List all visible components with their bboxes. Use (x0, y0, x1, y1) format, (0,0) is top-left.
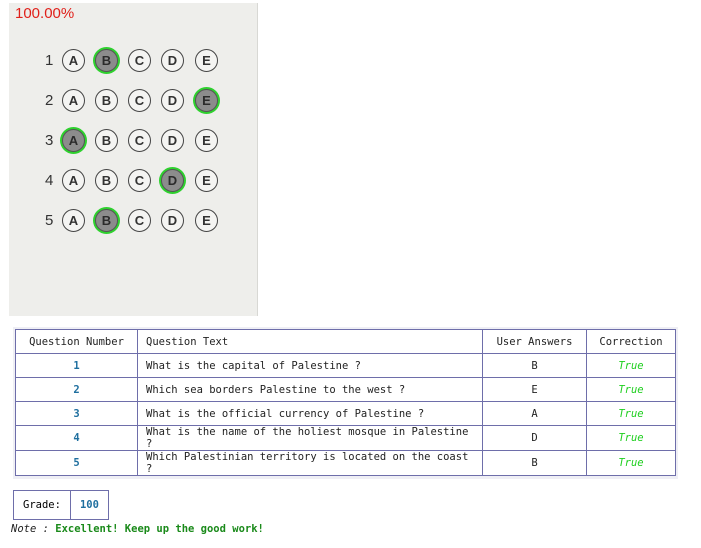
answer-bubble-c: C (128, 49, 151, 72)
answer-sheet-image: 100.00% 1ABCDE2ABCDE3ABCDE4ABCDE5ABCDE (9, 3, 258, 316)
sheet-question-number: 1 (45, 52, 54, 69)
answer-bubble-c: C (128, 89, 151, 112)
sheet-question-number: 2 (45, 92, 54, 109)
answer-bubble-d: D (161, 169, 184, 192)
answer-bubble-c: C (128, 209, 151, 232)
question-text: Which Palestinian territory is located o… (137, 450, 483, 476)
grade-box: Grade: 100 (13, 490, 109, 520)
correction: True (586, 401, 676, 426)
question-number: 1 (15, 353, 138, 378)
table-row: 1 What is the capital of Palestine ? B T… (15, 353, 676, 378)
answer-bubble-e: E (195, 49, 218, 72)
answer-bubble-a: A (62, 169, 85, 192)
table-header-row: Question Number Question Text User Answe… (15, 329, 676, 354)
answer-bubble-b: B (95, 49, 118, 72)
header-correction: Correction (586, 329, 676, 354)
sheet-question-row: 5ABCDE (9, 207, 257, 237)
answer-bubble-b: B (95, 209, 118, 232)
answer-bubble-c: C (128, 169, 151, 192)
answer-bubble-b: B (95, 129, 118, 152)
correction: True (586, 425, 676, 451)
question-number: 2 (15, 377, 138, 402)
sheet-question-row: 3ABCDE (9, 127, 257, 157)
score-percentage: 100.00% (15, 5, 75, 22)
answer-bubble-b: B (95, 169, 118, 192)
grade-value: 100 (69, 491, 108, 519)
sheet-question-number: 3 (45, 132, 54, 149)
answer-bubble-c: C (128, 129, 151, 152)
question-number: 5 (15, 450, 138, 476)
sheet-question-row: 1ABCDE (9, 47, 257, 77)
correction: True (586, 450, 676, 476)
table-row: 3 What is the official currency of Pales… (15, 401, 676, 426)
answer-bubble-a: A (62, 209, 85, 232)
user-answer: A (482, 401, 587, 426)
note-label: Note : (11, 523, 56, 535)
correction: True (586, 353, 676, 378)
header-user-answers: User Answers (482, 329, 587, 354)
correction: True (586, 377, 676, 402)
user-answer: E (482, 377, 587, 402)
table-row: 4 What is the name of the holiest mosque… (15, 425, 676, 451)
header-question-text: Question Text (137, 329, 483, 354)
answer-bubble-d: D (161, 209, 184, 232)
answer-bubble-e: E (195, 129, 218, 152)
question-text: Which sea borders Palestine to the west … (137, 377, 483, 402)
note-message: Excellent! Keep up the good work! (55, 523, 264, 535)
answer-bubble-e: E (195, 209, 218, 232)
user-answer: B (482, 353, 587, 378)
results-panel: Question Number Question Text User Answe… (13, 327, 678, 479)
user-answer: B (482, 450, 587, 476)
answer-bubble-a: A (62, 129, 85, 152)
answer-bubble-e: E (195, 169, 218, 192)
sheet-question-row: 4ABCDE (9, 167, 257, 197)
results-table: Question Number Question Text User Answe… (15, 329, 676, 476)
header-question-number: Question Number (15, 329, 138, 354)
answer-bubble-d: D (161, 49, 184, 72)
user-answer: D (482, 425, 587, 451)
table-row: 5 Which Palestinian territory is located… (15, 450, 676, 476)
grade-label: Grade: (23, 499, 61, 511)
sheet-question-number: 5 (45, 212, 54, 229)
question-text: What is the name of the holiest mosque i… (137, 425, 483, 451)
sheet-question-number: 4 (45, 172, 54, 189)
feedback-note: Note : Excellent! Keep up the good work! (11, 523, 264, 535)
answer-bubble-d: D (161, 129, 184, 152)
answer-bubble-a: A (62, 89, 85, 112)
table-row: 2 Which sea borders Palestine to the wes… (15, 377, 676, 402)
answer-bubble-a: A (62, 49, 85, 72)
answer-bubble-e: E (195, 89, 218, 112)
question-text: What is the official currency of Palesti… (137, 401, 483, 426)
question-number: 3 (15, 401, 138, 426)
question-number: 4 (15, 425, 138, 451)
sheet-question-row: 2ABCDE (9, 87, 257, 117)
answer-bubble-b: B (95, 89, 118, 112)
answer-bubble-d: D (161, 89, 184, 112)
question-text: What is the capital of Palestine ? (137, 353, 483, 378)
